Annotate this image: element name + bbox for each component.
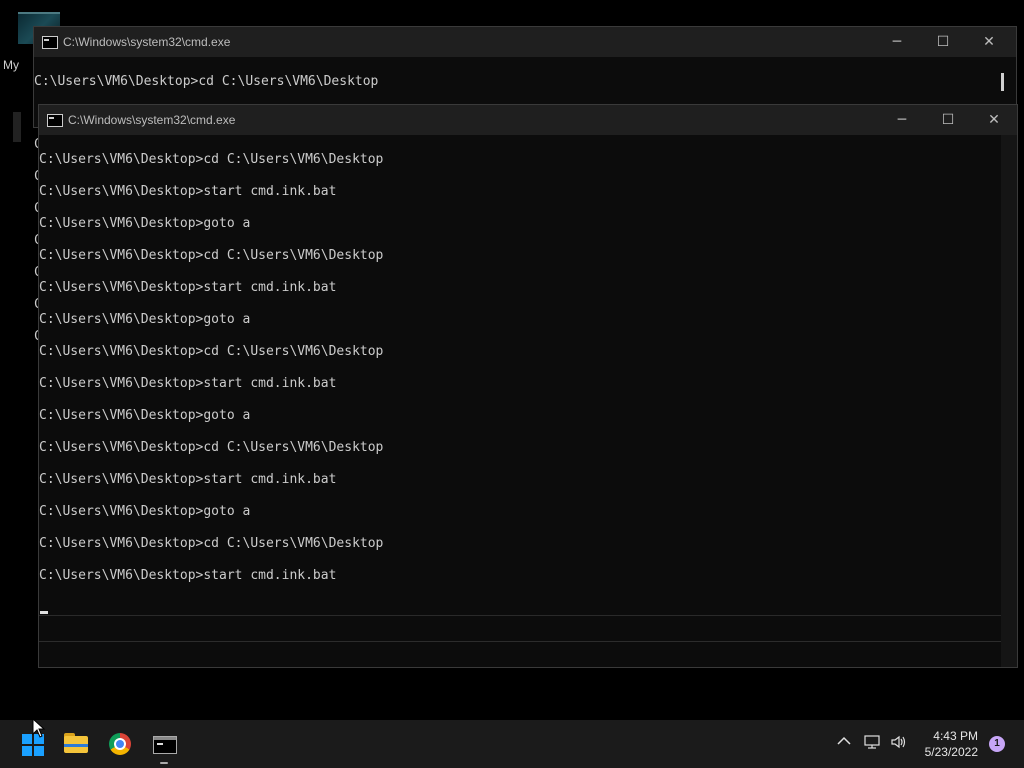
- maximize-button[interactable]: ☐: [925, 105, 971, 135]
- notification-badge[interactable]: 1: [989, 736, 1005, 752]
- window-title: C:\Windows\system32\cmd.exe: [63, 35, 231, 49]
- taskbar: 4:43 PM 5/23/2022 1: [0, 720, 1024, 768]
- text-cursor: [40, 611, 48, 614]
- titlebar[interactable]: C:\Windows\system32\cmd.exe ─ ☐ ✕: [39, 105, 1017, 135]
- console-line: C:\Users\VM6\Desktop>cd C:\Users\VM6\Des…: [39, 440, 384, 455]
- console-line: C:\Users\VM6\Desktop>cd C:\Users\VM6\Des…: [39, 344, 384, 359]
- console-line: C:\Users\VM6\Desktop>goto a: [39, 408, 251, 423]
- console-line: C:\Users\VM6\Desktop>start cmd.ink.bat: [39, 280, 337, 295]
- vertical-scrollbar-thumb[interactable]: [1001, 73, 1004, 91]
- command-prompt-icon: [153, 736, 177, 754]
- console-line: C:\Users\VM6\Desktop>cd C:\Users\VM6\Des…: [39, 248, 384, 263]
- close-button[interactable]: ✕: [971, 105, 1017, 135]
- system-clock[interactable]: 4:43 PM 5/23/2022: [925, 728, 978, 760]
- titlebar[interactable]: C:\Windows\system32\cmd.exe ─ ☐ ✕: [34, 27, 1016, 57]
- clock-time: 4:43 PM: [933, 729, 978, 743]
- console-line: C:\Users\VM6\Desktop>start cmd.ink.bat: [39, 472, 337, 487]
- console-line: C:\Users\VM6\Desktop>goto a: [39, 504, 251, 519]
- command-prompt-button[interactable]: [144, 724, 184, 764]
- console-line: C:\Users\VM6\Desktop>start cmd.ink.bat: [39, 376, 337, 391]
- minimize-button[interactable]: ─: [879, 105, 925, 135]
- minimize-button[interactable]: ─: [874, 27, 920, 57]
- active-indicator: [160, 762, 168, 764]
- vertical-scrollbar-track[interactable]: [1001, 135, 1017, 667]
- maximize-button[interactable]: ☐: [920, 27, 966, 57]
- console-line: C:\Users\VM6\Desktop>start cmd.ink.bat: [39, 568, 337, 583]
- console-line: C:\Users\VM6\Desktop>cd C:\Users\VM6\Des…: [39, 152, 384, 167]
- console-line: C:\Users\VM6\Desktop>cd C:\Users\VM6\Des…: [39, 536, 384, 551]
- console-line: C:\Users\VM6\Desktop>goto a: [39, 216, 251, 231]
- volume-button[interactable]: [890, 734, 908, 754]
- desktop-icon-label[interactable]: My: [3, 58, 19, 72]
- console-output[interactable]: C:\Users\VM6\Desktop>cd C:\Users\VM6\Des…: [39, 135, 1017, 615]
- console-line: C:\Users\VM6\Desktop>cd C:\Users\VM6\Des…: [34, 74, 379, 89]
- window-bottom-bar: [39, 641, 1017, 667]
- network-button[interactable]: [864, 734, 882, 754]
- close-button[interactable]: ✕: [966, 27, 1012, 57]
- clock-date: 5/23/2022: [924, 745, 978, 759]
- horizontal-scroll-area[interactable]: [39, 615, 1001, 642]
- chrome-button[interactable]: [100, 724, 140, 764]
- file-explorer-button[interactable]: [56, 724, 96, 764]
- desktop-shortcut-partial-icon[interactable]: [13, 112, 21, 142]
- window-title: C:\Windows\system32\cmd.exe: [68, 113, 236, 127]
- cmd-app-icon: [47, 114, 63, 127]
- cmd-window-front[interactable]: C:\Windows\system32\cmd.exe ─ ☐ ✕ C:\Use…: [38, 104, 1018, 668]
- volume-icon: [891, 735, 906, 749]
- console-line: C:\Users\VM6\Desktop>goto a: [39, 312, 251, 327]
- show-hidden-icons-button[interactable]: [836, 733, 852, 753]
- cmd-app-icon: [42, 36, 58, 49]
- mouse-pointer-icon: [32, 718, 46, 738]
- network-icon: [864, 735, 880, 749]
- chevron-up-icon: [837, 736, 851, 745]
- console-line: C:\Users\VM6\Desktop>start cmd.ink.bat: [39, 184, 337, 199]
